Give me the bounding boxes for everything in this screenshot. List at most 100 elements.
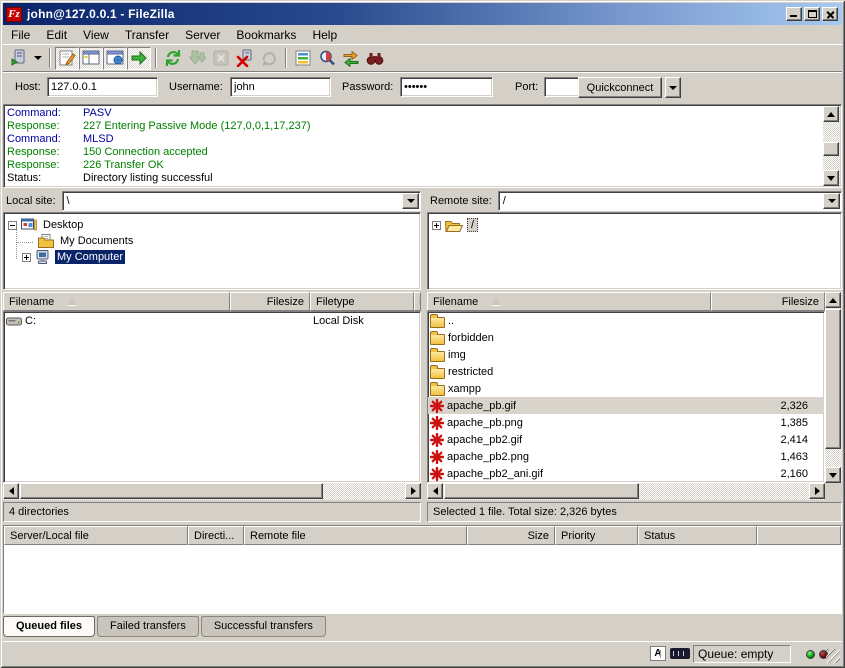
port-label: Port:	[515, 81, 538, 93]
disconnect-button[interactable]	[233, 47, 257, 70]
site-manager-button[interactable]	[7, 47, 31, 70]
local-site-dropdown-button[interactable]	[402, 193, 419, 209]
local-site-bar: Local site: \	[3, 190, 421, 211]
remote-file-row[interactable]: ..	[428, 312, 824, 329]
minimize-button[interactable]	[786, 7, 802, 21]
scrollbar-thumb[interactable]	[825, 309, 841, 449]
column-header-filesize[interactable]: Filesize	[711, 292, 825, 311]
directory-comparison-button[interactable]	[315, 47, 339, 70]
remote-file-row[interactable]: apache_pb2.gif2,414	[428, 431, 824, 448]
username-input[interactable]	[230, 77, 331, 97]
column-header-filetype[interactable]: Filetype	[310, 292, 414, 311]
menu-transfer[interactable]: Transfer	[117, 26, 177, 44]
local-site-value: \	[67, 195, 70, 207]
reconnect-button[interactable]	[257, 47, 281, 70]
reconnect-icon	[260, 49, 278, 67]
receive-activity-led-icon	[806, 650, 815, 659]
toggle-transfer-queue-button[interactable]	[127, 47, 151, 70]
remote-site-dropdown-button[interactable]	[823, 193, 840, 209]
column-header-filename[interactable]: Filename	[427, 292, 711, 311]
remote-file-row[interactable]: apache_pb2.png1,463	[428, 448, 824, 465]
log-scrollbar[interactable]	[823, 106, 840, 186]
toggle-remote-tree-button[interactable]	[103, 47, 127, 70]
scroll-down-button[interactable]	[825, 467, 841, 483]
remote-file-row-selected[interactable]: apache_pb.gif2,326	[428, 397, 824, 414]
remote-file-row[interactable]: img	[428, 346, 824, 363]
scrollbar-thumb[interactable]	[823, 142, 839, 156]
column-header-direction[interactable]: Directi...	[188, 526, 244, 545]
quickconnect-dropdown-button[interactable]	[665, 77, 681, 98]
remote-file-row[interactable]: apache_pb2_ani.gif2,160	[428, 465, 824, 482]
local-tree-view: Desktop My Documents My Computer	[3, 212, 421, 290]
column-header-priority[interactable]: Priority	[555, 526, 638, 545]
host-input[interactable]	[47, 77, 158, 97]
resize-grip[interactable]	[826, 649, 840, 663]
expand-icon[interactable]	[22, 253, 31, 262]
menu-help[interactable]: Help	[304, 26, 345, 44]
menu-file[interactable]: File	[3, 26, 38, 44]
remote-list-hscrollbar[interactable]	[427, 483, 825, 500]
column-header-filesize[interactable]: Filesize	[230, 292, 310, 311]
local-file-list: C: Local Disk	[3, 311, 421, 483]
tab-failed-transfers[interactable]: Failed transfers	[97, 616, 199, 637]
maximize-button[interactable]	[804, 7, 820, 21]
tab-queued-files[interactable]: Queued files	[3, 616, 95, 637]
remote-file-row[interactable]: forbidden	[428, 329, 824, 346]
menu-bar: File Edit View Transfer Server Bookmarks…	[3, 25, 842, 44]
scroll-right-button[interactable]	[809, 483, 825, 499]
column-header-size[interactable]: Size	[467, 526, 555, 545]
menu-bookmarks[interactable]: Bookmarks	[228, 26, 304, 44]
folder-icon	[430, 382, 445, 396]
scroll-right-button[interactable]	[405, 483, 421, 499]
synchronized-browsing-button[interactable]	[339, 47, 363, 70]
cancel-operation-button[interactable]	[209, 47, 233, 70]
desktop-icon	[21, 218, 37, 232]
directory-filters-button[interactable]	[291, 47, 315, 70]
remote-site-combo[interactable]: /	[498, 191, 842, 211]
collapse-icon[interactable]	[8, 221, 17, 230]
title-bar[interactable]: Fz john@127.0.0.1 - FileZilla	[3, 3, 842, 25]
tree-item-my-computer[interactable]: My Computer	[22, 249, 125, 265]
site-manager-dropdown-button[interactable]	[31, 47, 45, 70]
column-header-remote-file[interactable]: Remote file	[244, 526, 467, 545]
site-manager-icon	[10, 49, 28, 67]
local-file-row[interactable]: C: Local Disk	[4, 312, 420, 329]
quickconnect-button[interactable]: Quickconnect	[578, 77, 662, 98]
tree-item-label: My Documents	[58, 234, 135, 248]
menu-edit[interactable]: Edit	[38, 26, 75, 44]
tab-successful-transfers[interactable]: Successful transfers	[201, 616, 326, 637]
expand-icon[interactable]	[432, 221, 441, 230]
find-files-button[interactable]	[363, 47, 387, 70]
column-header-filename[interactable]: Filename	[3, 292, 230, 311]
scrollbar-thumb[interactable]	[20, 483, 323, 499]
toggle-message-log-button[interactable]	[55, 47, 79, 70]
scroll-left-button[interactable]	[427, 483, 443, 499]
column-header-server-local-file[interactable]: Server/Local file	[4, 526, 188, 545]
close-button[interactable]	[822, 7, 838, 21]
scroll-left-button[interactable]	[3, 483, 19, 499]
scrollbar-thumb[interactable]	[444, 483, 639, 499]
remote-file-row[interactable]: xampp	[428, 380, 824, 397]
column-header-last-modified[interactable]: L	[414, 292, 421, 311]
refresh-button[interactable]	[161, 47, 185, 70]
scroll-up-button[interactable]	[825, 292, 841, 308]
local-list-hscrollbar[interactable]	[3, 483, 421, 500]
toggle-local-tree-button[interactable]	[79, 47, 103, 70]
remote-file-row[interactable]: restricted	[428, 363, 824, 380]
log-line: Command:MLSD	[7, 133, 821, 146]
process-queue-button[interactable]	[185, 47, 209, 70]
password-input[interactable]	[400, 77, 493, 97]
scroll-down-button[interactable]	[823, 170, 839, 186]
menu-view[interactable]: View	[75, 26, 117, 44]
remote-file-row[interactable]: apache_pb.png1,385	[428, 414, 824, 431]
tree-item-desktop[interactable]: Desktop	[8, 217, 85, 233]
tree-item-my-documents[interactable]: My Documents	[34, 233, 135, 249]
folder-icon	[430, 331, 445, 345]
remote-list-vscrollbar[interactable]	[825, 292, 842, 483]
menu-server[interactable]: Server	[177, 26, 228, 44]
column-header-status[interactable]: Status	[638, 526, 757, 545]
local-site-combo[interactable]: \	[62, 191, 421, 211]
tree-item-root[interactable]: /	[432, 217, 478, 233]
log-line: Response:150 Connection accepted	[7, 146, 821, 159]
scroll-up-button[interactable]	[823, 106, 839, 122]
